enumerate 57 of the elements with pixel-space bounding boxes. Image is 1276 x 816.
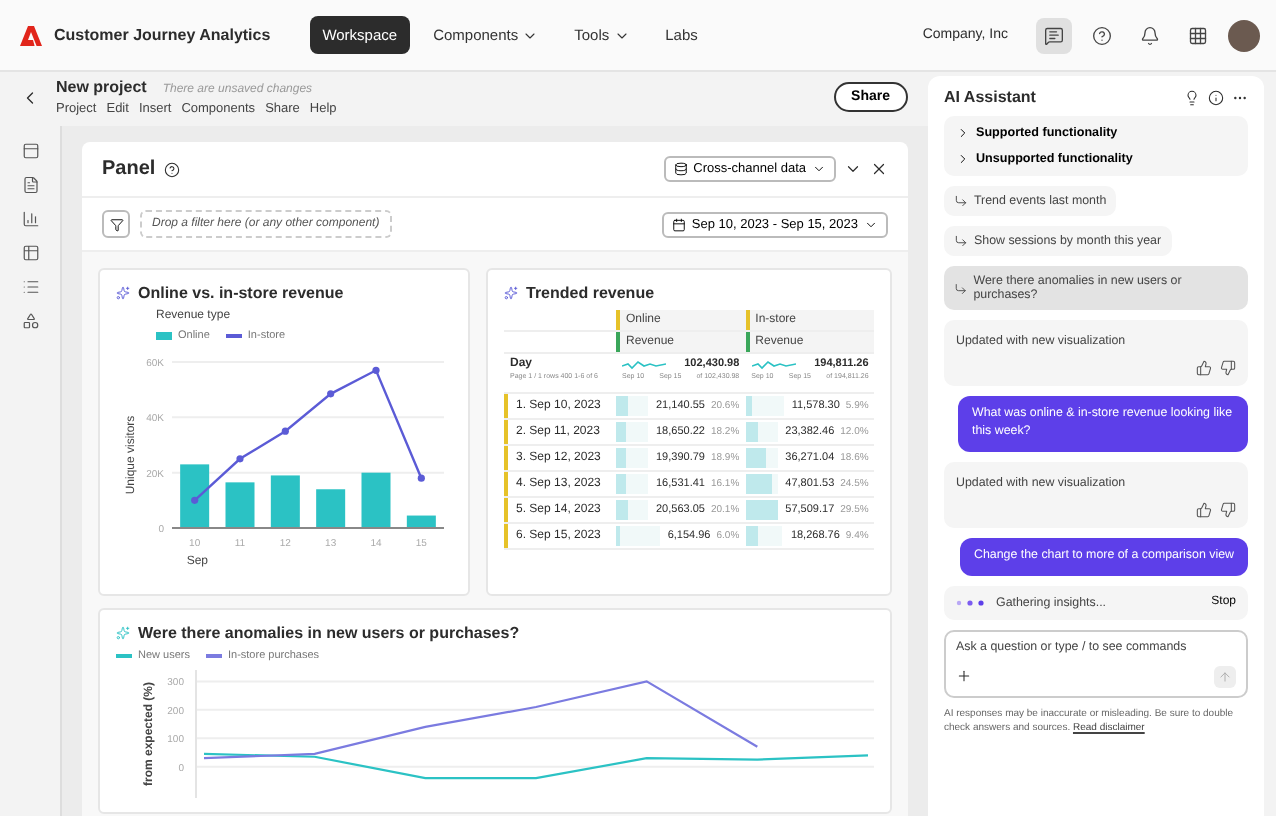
collapse-icon [844, 160, 862, 178]
avatar[interactable] [1228, 19, 1260, 51]
sparkline [751, 359, 796, 369]
sparkline [622, 359, 666, 369]
panel-title: Panel [102, 158, 156, 180]
plus-icon [956, 668, 972, 685]
thumbs-up-icon [1196, 360, 1212, 376]
thumbs-down-icon [1220, 360, 1236, 376]
project-title: New project [56, 78, 147, 96]
product-name: Customer Journey Analytics [54, 26, 271, 44]
data-point [236, 455, 244, 463]
sparkle-icon [504, 286, 518, 300]
sparkle-icon [116, 286, 130, 300]
calendar-icon [671, 217, 686, 231]
list-icon[interactable] [21, 278, 39, 296]
bell-icon [1140, 25, 1160, 45]
caret-icon [864, 217, 878, 231]
logo-icon [20, 25, 42, 45]
data-point [372, 366, 380, 374]
bar [270, 475, 300, 528]
chat-button[interactable] [1036, 17, 1072, 53]
close-icon [870, 160, 888, 178]
data-point [417, 474, 425, 482]
panel-icon[interactable] [21, 142, 39, 160]
bar [225, 482, 255, 528]
chat-icon [1044, 25, 1064, 45]
info-icon [1208, 89, 1224, 105]
bar [316, 489, 346, 528]
thumbs-up-icon [1196, 501, 1212, 518]
shapes-icon[interactable] [21, 312, 39, 330]
table-icon[interactable] [21, 244, 39, 262]
bar [180, 464, 210, 528]
bar [361, 472, 391, 528]
lightbulb-icon [1184, 89, 1200, 105]
filter-button[interactable] [102, 210, 130, 238]
help-icon [1092, 25, 1112, 45]
caret-icon [812, 162, 826, 176]
thumbs-down-icon [1220, 501, 1236, 518]
arrow-up-icon [1218, 669, 1232, 684]
data-point [281, 427, 289, 435]
help-icon [163, 161, 180, 177]
filter-icon [109, 217, 123, 231]
sparkle-icon [116, 626, 130, 640]
return-arrow-icon [954, 281, 968, 295]
data-point [191, 496, 199, 504]
return-arrow-icon [954, 194, 968, 208]
bar-chart-icon[interactable] [21, 210, 39, 228]
return-arrow-icon [954, 234, 968, 248]
data-point [327, 390, 335, 398]
card-title: Were there anomalies in new users or purchases? [138, 624, 520, 642]
grid-icon [1188, 25, 1208, 45]
document-icon[interactable] [21, 176, 39, 194]
card-title: Trended revenue [526, 284, 655, 302]
panel-title: AI Assistant [944, 88, 1038, 106]
card-title: Online vs. in-store revenue [138, 284, 344, 302]
database-icon [673, 162, 688, 176]
loading-dots-icon [956, 599, 984, 606]
